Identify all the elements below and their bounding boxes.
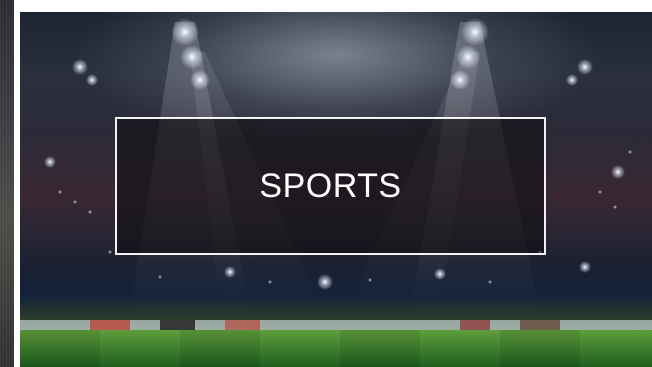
adjacent-card-edge (0, 0, 14, 367)
category-label-box: SPORTS (115, 117, 546, 255)
category-title: SPORTS (259, 166, 402, 205)
sports-category-card[interactable]: SPORTS (20, 12, 652, 367)
